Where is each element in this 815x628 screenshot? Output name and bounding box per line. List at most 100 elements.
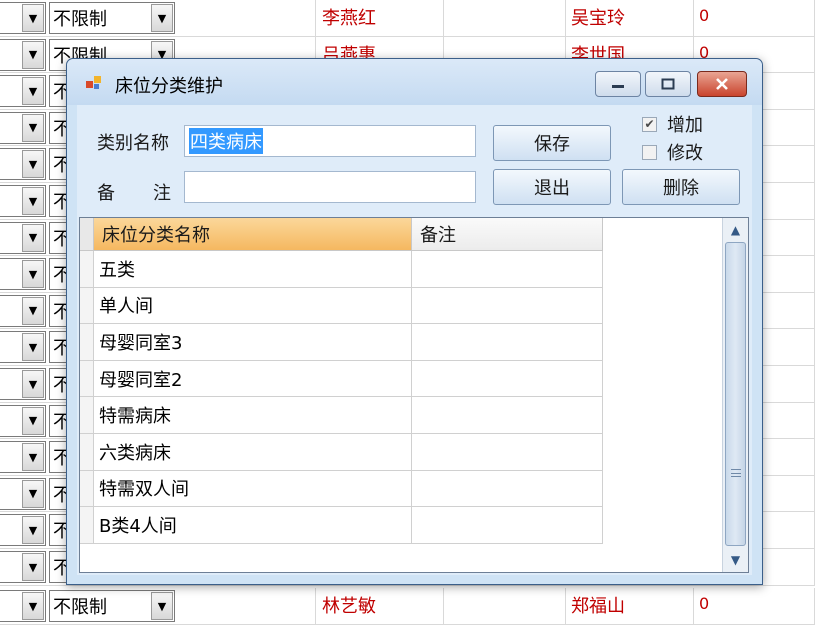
cell-category-name[interactable]: 特需病床 bbox=[94, 397, 412, 434]
dropdown-arrow-icon[interactable]: ▼ bbox=[22, 479, 44, 508]
dropdown-arrow-icon[interactable]: ▼ bbox=[22, 553, 44, 581]
bg-limit-combo[interactable]: 不限制 ▼ bbox=[49, 2, 175, 34]
dropdown-arrow-icon[interactable]: ▼ bbox=[151, 592, 173, 620]
bg-combo-left[interactable]: ▼ bbox=[0, 551, 46, 583]
cell-remark[interactable] bbox=[412, 397, 603, 434]
dropdown-arrow-icon[interactable]: ▼ bbox=[22, 592, 44, 620]
cell-category-name[interactable]: 母婴同室2 bbox=[94, 360, 412, 398]
bg-combo-left[interactable]: ▼ bbox=[0, 294, 46, 327]
dropdown-arrow-icon[interactable]: ▼ bbox=[151, 4, 173, 32]
cell-category-name[interactable]: B类4人间 bbox=[94, 507, 412, 544]
category-grid[interactable]: 床位分类名称 备注 五类 单人间 母婴同室3 母婴同室2 特需病床 六类病床 特需双人间 B类… bbox=[79, 217, 749, 573]
maximize-button[interactable] bbox=[645, 71, 691, 97]
cell-remark[interactable] bbox=[412, 360, 603, 398]
row-selector[interactable] bbox=[80, 287, 94, 325]
dropdown-arrow-icon[interactable]: ▼ bbox=[22, 223, 44, 252]
bg-combo-left[interactable]: ▼ bbox=[0, 404, 46, 437]
row-selector[interactable] bbox=[80, 360, 94, 398]
bg-combo-left[interactable]: ▼ bbox=[0, 514, 46, 547]
cell-category-name[interactable]: 单人间 bbox=[94, 287, 412, 325]
bg-combo-left[interactable]: ▼ bbox=[0, 441, 46, 474]
column-header-remark[interactable]: 备注 bbox=[412, 218, 603, 251]
bg-name-1: 林艺敏 bbox=[322, 596, 376, 617]
row-selector[interactable] bbox=[80, 324, 94, 361]
table-row[interactable]: B类4人间 bbox=[80, 507, 603, 544]
dropdown-arrow-icon[interactable]: ▼ bbox=[22, 150, 44, 179]
dropdown-arrow-icon[interactable]: ▼ bbox=[22, 260, 44, 289]
row-selector[interactable] bbox=[80, 397, 94, 434]
app-icon bbox=[86, 76, 101, 89]
bg-combo-left[interactable]: ▼ bbox=[0, 38, 46, 71]
cell-remark[interactable] bbox=[412, 470, 603, 508]
bg-limit-combo[interactable]: 不限制 ▼ bbox=[49, 590, 175, 622]
bg-combo-left[interactable]: ▼ bbox=[0, 221, 46, 254]
bg-combo-left[interactable]: ▼ bbox=[0, 148, 46, 181]
table-row[interactable]: 六类病床 bbox=[80, 434, 603, 471]
bg-combo-left[interactable]: ▼ bbox=[0, 111, 46, 144]
table-row[interactable]: 母婴同室2 bbox=[80, 360, 603, 398]
cell-remark[interactable] bbox=[412, 507, 603, 544]
row-selector[interactable] bbox=[80, 251, 94, 288]
dropdown-arrow-icon[interactable]: ▼ bbox=[22, 187, 44, 215]
save-button[interactable]: 保存 bbox=[493, 125, 611, 161]
bg-combo-left[interactable]: ▼ bbox=[0, 2, 46, 34]
cell-remark[interactable] bbox=[412, 434, 603, 471]
dropdown-arrow-icon[interactable]: ▼ bbox=[22, 77, 44, 106]
dropdown-arrow-icon[interactable]: ▼ bbox=[22, 4, 44, 32]
bg-cell bbox=[444, 0, 566, 36]
bg-combo-left[interactable]: ▼ bbox=[0, 258, 46, 291]
dropdown-arrow-icon[interactable]: ▼ bbox=[22, 443, 44, 472]
dialog-titlebar[interactable]: 床位分类维护 bbox=[67, 59, 762, 105]
dropdown-arrow-icon[interactable]: ▼ bbox=[22, 406, 44, 435]
scroll-down-icon[interactable]: ▼ bbox=[725, 550, 746, 570]
close-icon bbox=[716, 78, 728, 90]
category-name-input[interactable]: 四类病床 bbox=[184, 125, 476, 157]
column-header-name[interactable]: 床位分类名称 bbox=[94, 218, 412, 251]
remark-input[interactable] bbox=[184, 171, 476, 203]
table-row[interactable]: 母婴同室3 bbox=[80, 324, 603, 361]
add-check-box[interactable]: ✔ bbox=[642, 116, 657, 132]
cell-category-name[interactable]: 特需双人间 bbox=[94, 470, 412, 508]
bg-combo-left[interactable]: ▼ bbox=[0, 331, 46, 364]
add-checkbox[interactable]: ✔ 增加 bbox=[642, 111, 703, 137]
scroll-thumb[interactable] bbox=[725, 242, 746, 546]
add-checkbox-label: 增加 bbox=[667, 115, 703, 136]
row-selector[interactable] bbox=[80, 470, 94, 508]
edit-check-box[interactable] bbox=[642, 144, 657, 160]
maximize-icon bbox=[661, 78, 675, 90]
bg-name-2: 吴宝玲 bbox=[571, 8, 625, 29]
cell-category-name[interactable]: 六类病床 bbox=[94, 434, 412, 471]
delete-button[interactable]: 删除 bbox=[622, 169, 740, 205]
row-selector[interactable] bbox=[80, 434, 94, 471]
bg-combo-left[interactable]: ▼ bbox=[0, 185, 46, 217]
dropdown-arrow-icon[interactable]: ▼ bbox=[22, 40, 44, 69]
dropdown-arrow-icon[interactable]: ▼ bbox=[22, 516, 44, 545]
row-selector[interactable] bbox=[80, 507, 94, 544]
table-row[interactable]: 单人间 bbox=[80, 287, 603, 325]
bg-value: 0 bbox=[699, 594, 710, 613]
bg-combo-left[interactable]: ▼ bbox=[0, 75, 46, 108]
close-button[interactable] bbox=[697, 71, 747, 97]
cell-remark[interactable] bbox=[412, 251, 603, 288]
cell-remark[interactable] bbox=[412, 324, 603, 361]
table-row[interactable]: 特需双人间 bbox=[80, 470, 603, 508]
dropdown-arrow-icon[interactable]: ▼ bbox=[22, 113, 44, 142]
bg-combo-left[interactable]: ▼ bbox=[0, 590, 46, 622]
minimize-button[interactable] bbox=[595, 71, 641, 97]
cell-category-name[interactable]: 五类 bbox=[94, 251, 412, 288]
dropdown-arrow-icon[interactable]: ▼ bbox=[22, 370, 44, 398]
row-header-corner[interactable] bbox=[80, 218, 94, 251]
bg-combo-left[interactable]: ▼ bbox=[0, 477, 46, 510]
dropdown-arrow-icon[interactable]: ▼ bbox=[22, 333, 44, 362]
cell-remark[interactable] bbox=[412, 287, 603, 325]
vertical-scrollbar[interactable]: ▲ ▼ bbox=[722, 218, 748, 572]
scroll-up-icon[interactable]: ▲ bbox=[725, 220, 746, 240]
table-row[interactable]: 特需病床 bbox=[80, 397, 603, 434]
edit-checkbox[interactable]: 修改 bbox=[642, 139, 703, 165]
exit-button[interactable]: 退出 bbox=[493, 169, 611, 205]
cell-category-name[interactable]: 母婴同室3 bbox=[94, 324, 412, 361]
bg-combo-left[interactable]: ▼ bbox=[0, 368, 46, 400]
table-row[interactable]: 五类 bbox=[80, 251, 603, 288]
bg-cell bbox=[694, 0, 815, 36]
dropdown-arrow-icon[interactable]: ▼ bbox=[22, 296, 44, 325]
